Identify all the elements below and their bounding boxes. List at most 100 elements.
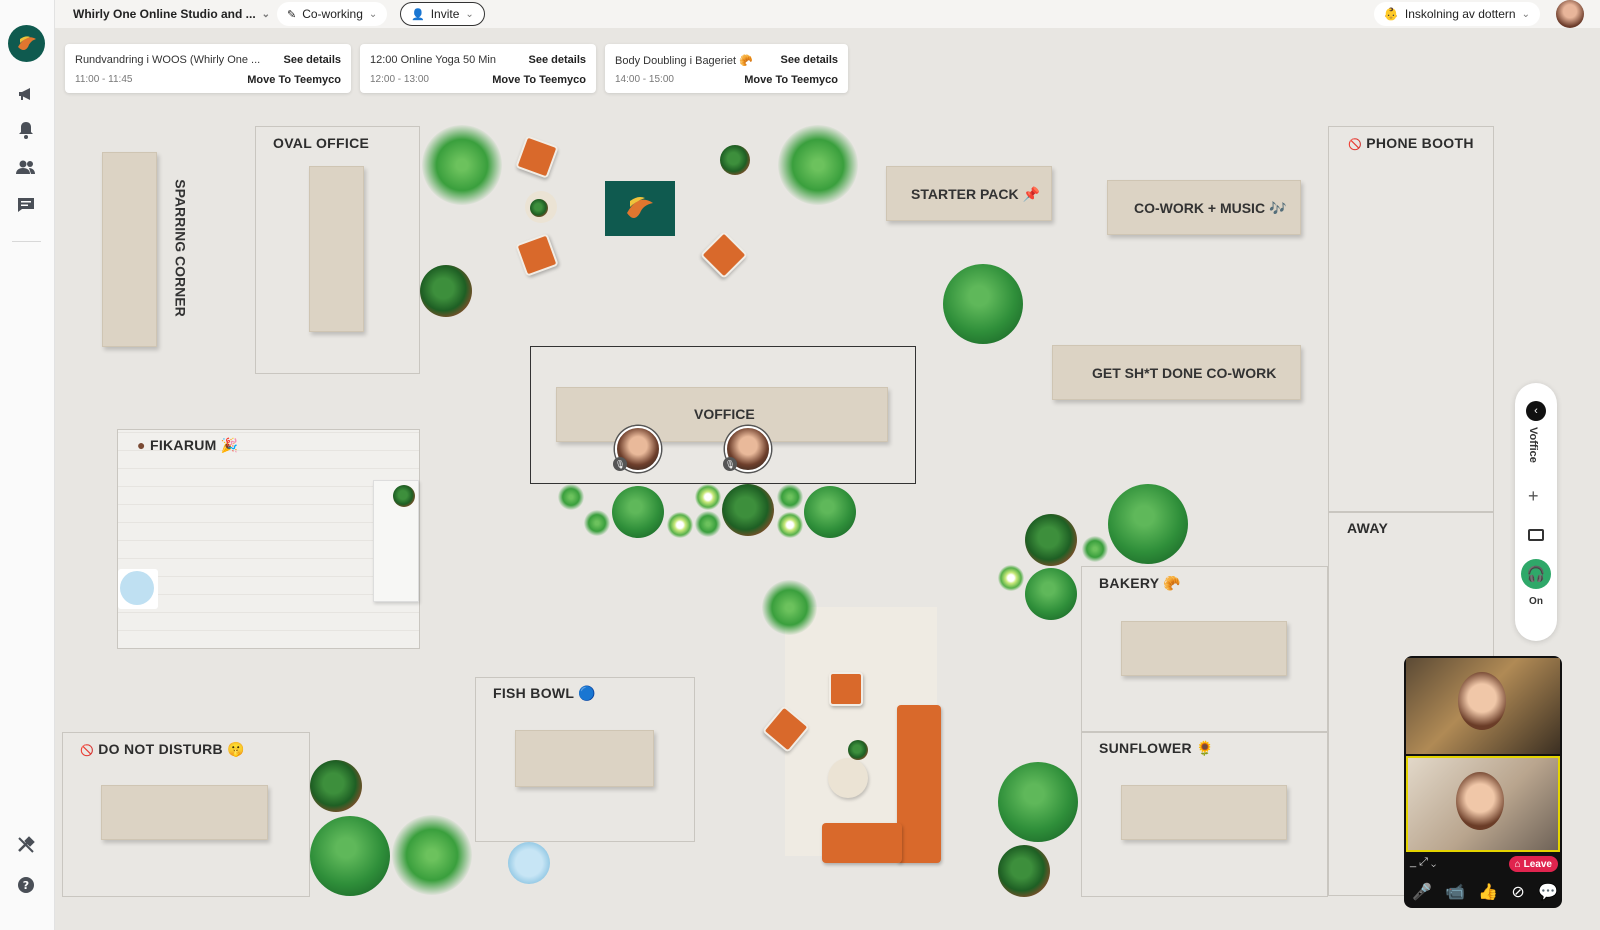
mic-icon: 🎙 (723, 457, 737, 471)
plant (667, 512, 693, 538)
camera-icon[interactable]: 📹 (1445, 882, 1465, 902)
plant (848, 740, 868, 760)
add-user-icon: 👤 (411, 8, 425, 21)
coffee-machine (118, 569, 158, 609)
event-card[interactable]: 12:00 Online Yoga 50 Min 12:00 - 13:00 S… (360, 44, 596, 93)
left-rail: ? (0, 0, 55, 930)
plant (392, 815, 472, 895)
room-label: SUNFLOWER 🌻 (1099, 740, 1214, 756)
event-card[interactable]: Rundvandring i WOOS (Whirly One ... 11:0… (65, 44, 351, 93)
plant (1025, 514, 1077, 566)
rail-divider (12, 241, 41, 242)
chair (699, 230, 749, 280)
plant (1025, 568, 1077, 620)
plant (998, 565, 1024, 591)
move-to-link[interactable]: Move To Teemyco (247, 74, 341, 86)
video-tile[interactable] (1406, 658, 1560, 754)
meeting-table (309, 166, 364, 332)
org-selector[interactable]: Whirly One Online Studio and ... ⌄ (63, 2, 280, 26)
thumbs-up-icon[interactable]: 👍 (1478, 882, 1498, 902)
plant (777, 484, 803, 510)
mode-selector[interactable]: ✎ Co-working ⌄ (277, 2, 388, 26)
room-label: OVAL OFFICE (273, 135, 370, 151)
invite-button[interactable]: 👤 Invite ⌄ (400, 2, 485, 26)
megaphone-icon[interactable] (14, 82, 38, 106)
meeting-table (1121, 621, 1287, 676)
event-time: 11:00 - 11:45 (75, 74, 133, 85)
plant (695, 511, 721, 537)
plus-icon[interactable]: + (1528, 486, 1539, 507)
home-icon: ⌂ (1514, 858, 1521, 870)
plant (777, 512, 803, 538)
chevron-down-icon: ⌄ (368, 8, 378, 20)
baby-emoji-icon: 👶 (1383, 7, 1399, 21)
mic-icon: 🎙 (613, 457, 627, 471)
status-selector[interactable]: 👶 Inskolning av dottern ⌄ (1373, 2, 1540, 26)
bell-icon[interactable] (14, 118, 38, 142)
plant (1108, 484, 1188, 564)
plant (310, 816, 390, 896)
org-name: Whirly One Online Studio and ... (73, 7, 256, 21)
user-avatar[interactable] (1556, 0, 1584, 28)
chevron-down-icon: ⌄ (1521, 8, 1530, 20)
room-label: STARTER PACK 📌 (911, 186, 1040, 202)
see-details-link[interactable]: See details (529, 54, 586, 66)
room-label: VOFFICE (694, 406, 755, 422)
plant (762, 580, 817, 635)
room-dock: ‹ Voffice + 🎧 On (1515, 383, 1557, 641)
plant (804, 486, 856, 538)
event-time: 12:00 - 13:00 (370, 74, 429, 85)
screen-off-icon[interactable]: ⊘ (1511, 882, 1524, 902)
meeting-table (1121, 785, 1287, 840)
sparring-corner-table[interactable] (102, 152, 157, 347)
plant (558, 484, 584, 510)
bird-logo-icon (18, 36, 36, 50)
chat-icon[interactable] (14, 193, 38, 217)
see-details-link[interactable]: See details (284, 54, 341, 66)
mode-label: Co-working (302, 7, 363, 21)
sofa (897, 705, 941, 863)
room-label: SPARRING CORNER (172, 179, 189, 317)
plant (722, 484, 774, 536)
help-icon[interactable]: ? (14, 873, 38, 897)
plant (1082, 536, 1108, 562)
plant (422, 125, 502, 205)
plant (720, 145, 750, 175)
people-icon[interactable] (14, 155, 38, 179)
plant (420, 265, 472, 317)
event-card[interactable]: Body Doubling i Bageriet 🥐 14:00 - 15:00… (605, 44, 848, 93)
call-controls: _ ⤢ ⌄ ⌂ Leave 🎤 📹 👍 ⊘ 💬 (1404, 854, 1562, 908)
app-logo[interactable] (8, 25, 45, 62)
phone-booth-label: PHONE BOOTH (1366, 135, 1474, 151)
see-details-link[interactable]: See details (781, 54, 838, 66)
event-title: 12:00 Online Yoga 50 Min (370, 54, 496, 66)
move-to-link[interactable]: Move To Teemyco (492, 74, 586, 86)
room-label: BAKERY 🥐 (1099, 575, 1182, 591)
dnd-label: DO NOT DISTURB 🤫 (98, 741, 245, 757)
tools-icon[interactable] (14, 833, 38, 857)
move-to-link[interactable]: Move To Teemyco (744, 74, 838, 86)
chat-icon[interactable]: 💬 (1538, 882, 1558, 902)
screen-share-icon[interactable] (1528, 529, 1544, 541)
room-label: 🚫 DO NOT DISTURB 🤫 (80, 741, 245, 758)
room-divider (1328, 511, 1494, 513)
participant-video (1456, 772, 1504, 830)
expand-icon[interactable]: _ ⤢ ⌄ (1410, 856, 1436, 869)
participant-video (1458, 672, 1506, 730)
leave-button[interactable]: ⌂ Leave (1508, 856, 1558, 872)
svg-text:?: ? (23, 879, 29, 892)
chair (515, 233, 559, 277)
meeting-table (515, 730, 654, 787)
camera-off-icon: 🚫 (80, 745, 94, 757)
water-icon (120, 571, 154, 605)
headphones-icon[interactable]: 🎧 (1521, 559, 1551, 589)
plant (998, 762, 1078, 842)
chevron-left-icon[interactable]: ‹ (1526, 401, 1546, 421)
sofa (822, 823, 902, 863)
plant (998, 845, 1050, 897)
chevron-down-icon: ⌄ (465, 8, 474, 20)
video-tile-self[interactable] (1406, 756, 1560, 852)
microphone-icon[interactable]: 🎤 (1412, 882, 1432, 902)
room-label: AWAY (1347, 520, 1389, 536)
meeting-table (101, 785, 268, 840)
